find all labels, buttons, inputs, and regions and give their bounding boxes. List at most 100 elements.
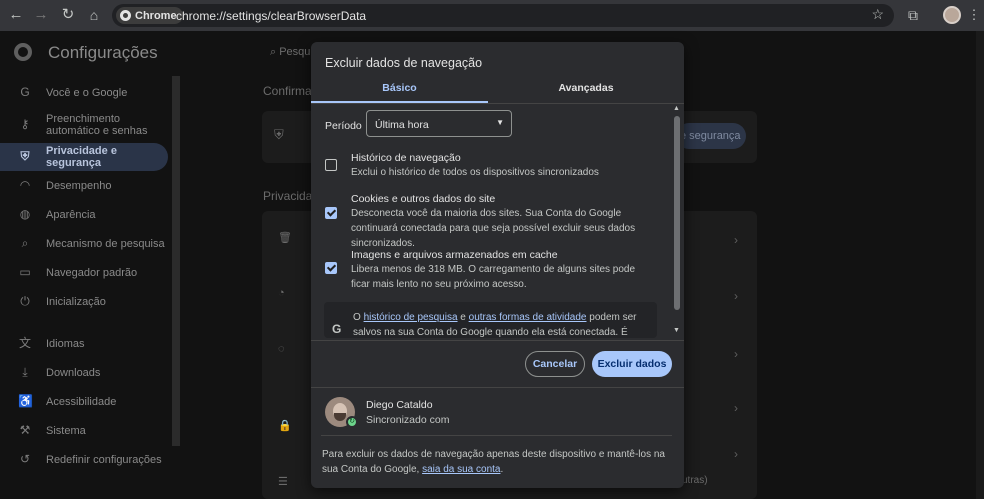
shield-icon: ⛨ [20, 149, 30, 163]
divider [311, 340, 684, 341]
search-icon: ⌕ [21, 236, 29, 250]
divider [321, 435, 672, 436]
cookies-checkbox[interactable] [325, 207, 337, 219]
security-button[interactable]: e segurança [676, 123, 746, 149]
address-bar[interactable]: Chrome chrome://settings/clearBrowserDat… [112, 4, 894, 27]
wrench-icon: ⚒ [19, 423, 31, 437]
chevron-right-icon[interactable]: › [734, 233, 738, 247]
scroll-down-arrow-icon[interactable]: ▼ [673, 327, 680, 334]
dialog-title: Excluir dados de navegação [325, 56, 483, 70]
cookie-icon: ◔ [278, 287, 285, 299]
google-activity-info: G O histórico de pesquisa e outras forma… [324, 302, 657, 338]
sidebar-item-palette[interactable]: ◍ Aparência [0, 201, 168, 229]
truncated-label: utras) [682, 475, 708, 486]
sidebar-item-reset[interactable]: ↺ Redefinir configurações [0, 446, 168, 474]
accessibility-icon: ♿ [18, 394, 33, 408]
google-icon: G [20, 85, 30, 99]
forward-arrow-icon[interactable]: → [30, 4, 52, 26]
chevron-right-icon[interactable]: › [734, 347, 738, 361]
download-icon: ⤓ [22, 365, 28, 379]
sidebar-item-label: Aparência [46, 209, 96, 221]
search-history-link[interactable]: histórico de pesquisa [364, 312, 458, 323]
history-desc: Exclui o histórico de todos os dispositi… [351, 167, 599, 178]
sidebar-item-gauge[interactable]: ◠ Desempenho [0, 172, 168, 200]
caret-down-icon: ▼ [496, 118, 504, 127]
sidebar-item-label: Idiomas [46, 338, 85, 350]
sidebar-item-label: Redefinir configurações [46, 454, 162, 466]
sign-out-link[interactable]: saia da sua conta [422, 464, 500, 475]
history-checkbox[interactable] [325, 159, 337, 171]
sidebar-item-shield[interactable]: ⛨ Privacidade e segurança [0, 143, 168, 171]
sliders-icon: ☰ [278, 476, 288, 488]
sidebar-item-google[interactable]: G Você e o Google [0, 79, 168, 107]
sidebar-item-label: Você e o Google [46, 87, 128, 99]
cache-title: Imagens e arquivos armazenados em cache [351, 249, 558, 261]
divider [311, 387, 684, 388]
chevron-right-icon[interactable]: › [734, 289, 738, 303]
extensions-icon[interactable]: ⧉ [902, 4, 924, 26]
gauge-icon: ◠ [19, 178, 31, 192]
bookmark-star-icon[interactable]: ☆ [871, 6, 884, 23]
dialog-scrollbar-thumb[interactable] [674, 116, 680, 310]
settings-search-input[interactable]: ⌕ Pesqu [270, 46, 310, 59]
reload-icon[interactable]: ↻ [57, 4, 79, 26]
clear-browsing-data-dialog: Excluir dados de navegação Básico Avança… [311, 42, 684, 488]
chevron-right-icon[interactable]: › [734, 447, 738, 461]
sidebar-item-label: Sistema [46, 425, 86, 437]
avatar-beard [334, 413, 346, 421]
footer-text: Para excluir os dados de navegação apena… [322, 449, 665, 475]
menu-kebab-icon[interactable]: ⋮ [963, 4, 984, 26]
period-label: Período [325, 120, 362, 132]
reset-icon: ↺ [19, 452, 31, 466]
shield-icon: ⛨ [274, 127, 284, 142]
sync-badge-icon: ↻ [346, 416, 358, 428]
other-activity-link[interactable]: outras formas de atividade [469, 312, 587, 323]
info-text: O histórico de pesquisa e outras formas … [353, 312, 637, 338]
sidebar-item-label: Privacidade e segurança [46, 145, 117, 169]
google-g-icon: G [332, 322, 342, 336]
page-title: Configurações [48, 43, 158, 62]
palette-icon: ◍ [19, 207, 31, 221]
translate-icon: 文 [18, 336, 31, 350]
chrome-settings-logo-icon [14, 43, 32, 61]
sidebar-item-label: Preenchimento automático e senhas [46, 113, 148, 137]
sidebar-item-download[interactable]: ⤓ Downloads [0, 359, 168, 387]
user-name: Diego Cataldo [366, 399, 433, 411]
sidebar-item-label: Inicialização [46, 296, 106, 308]
chrome-chip[interactable]: Chrome [116, 7, 183, 24]
home-icon[interactable]: ⌂ [83, 4, 105, 26]
sidebar-item-label: Acessibilidade [46, 396, 117, 408]
cookies-title: Cookies e outros dados do site [351, 193, 496, 205]
trash-icon: 🗑 [278, 232, 292, 244]
sidebar-item-browser[interactable]: ▭ Navegador padrão [0, 259, 168, 287]
sync-status: Sincronizado com [366, 414, 450, 426]
cache-checkbox[interactable] [325, 262, 337, 274]
delete-data-button[interactable]: Excluir dados [592, 351, 672, 377]
browser-toolbar: ← → ↻ ⌂ Chrome chrome://settings/clearBr… [0, 0, 984, 31]
sidebar-item-label: Navegador padrão [46, 267, 138, 279]
power-icon: ⏻ [20, 294, 30, 308]
section-heading-confirm: Confirma [263, 84, 312, 98]
cancel-button[interactable]: Cancelar [525, 351, 585, 377]
sidebar-item-wrench[interactable]: ⚒ Sistema [0, 417, 168, 445]
sidebar-item-search[interactable]: ⌕ Mecanismo de pesquisa [0, 230, 168, 258]
sidebar-item-key[interactable]: ⚷ Preenchimento automático e senhas [0, 111, 168, 139]
section-heading-privacy: Privacida [263, 189, 313, 203]
profile-avatar[interactable] [943, 6, 961, 24]
scroll-up-arrow-icon[interactable]: ▲ [673, 105, 680, 112]
url-text[interactable]: chrome://settings/clearBrowserData [176, 9, 366, 23]
back-arrow-icon[interactable]: ← [5, 4, 27, 26]
page-scrollbar[interactable] [976, 31, 984, 499]
chevron-right-icon[interactable]: › [734, 401, 738, 415]
sidebar-item-translate[interactable]: 文 Idiomas [0, 330, 168, 358]
tab-divider [311, 103, 684, 104]
sidebar-item-power[interactable]: ⏻ Inicialização [0, 288, 168, 316]
tab-advanced[interactable]: Avançadas [488, 82, 684, 104]
period-select[interactable]: Última hora ▼ [366, 110, 512, 137]
sidebar-item-label: Downloads [46, 367, 101, 379]
cache-desc: Libera menos de 318 MB. O carregamento d… [351, 264, 636, 290]
sidebar-item-accessibility[interactable]: ♿ Acessibilidade [0, 388, 168, 416]
sidebar-scrollbar[interactable] [172, 76, 180, 446]
key-icon: ⚷ [20, 117, 30, 131]
cookies-desc: Desconecta você da maioria dos sites. Su… [351, 208, 636, 249]
